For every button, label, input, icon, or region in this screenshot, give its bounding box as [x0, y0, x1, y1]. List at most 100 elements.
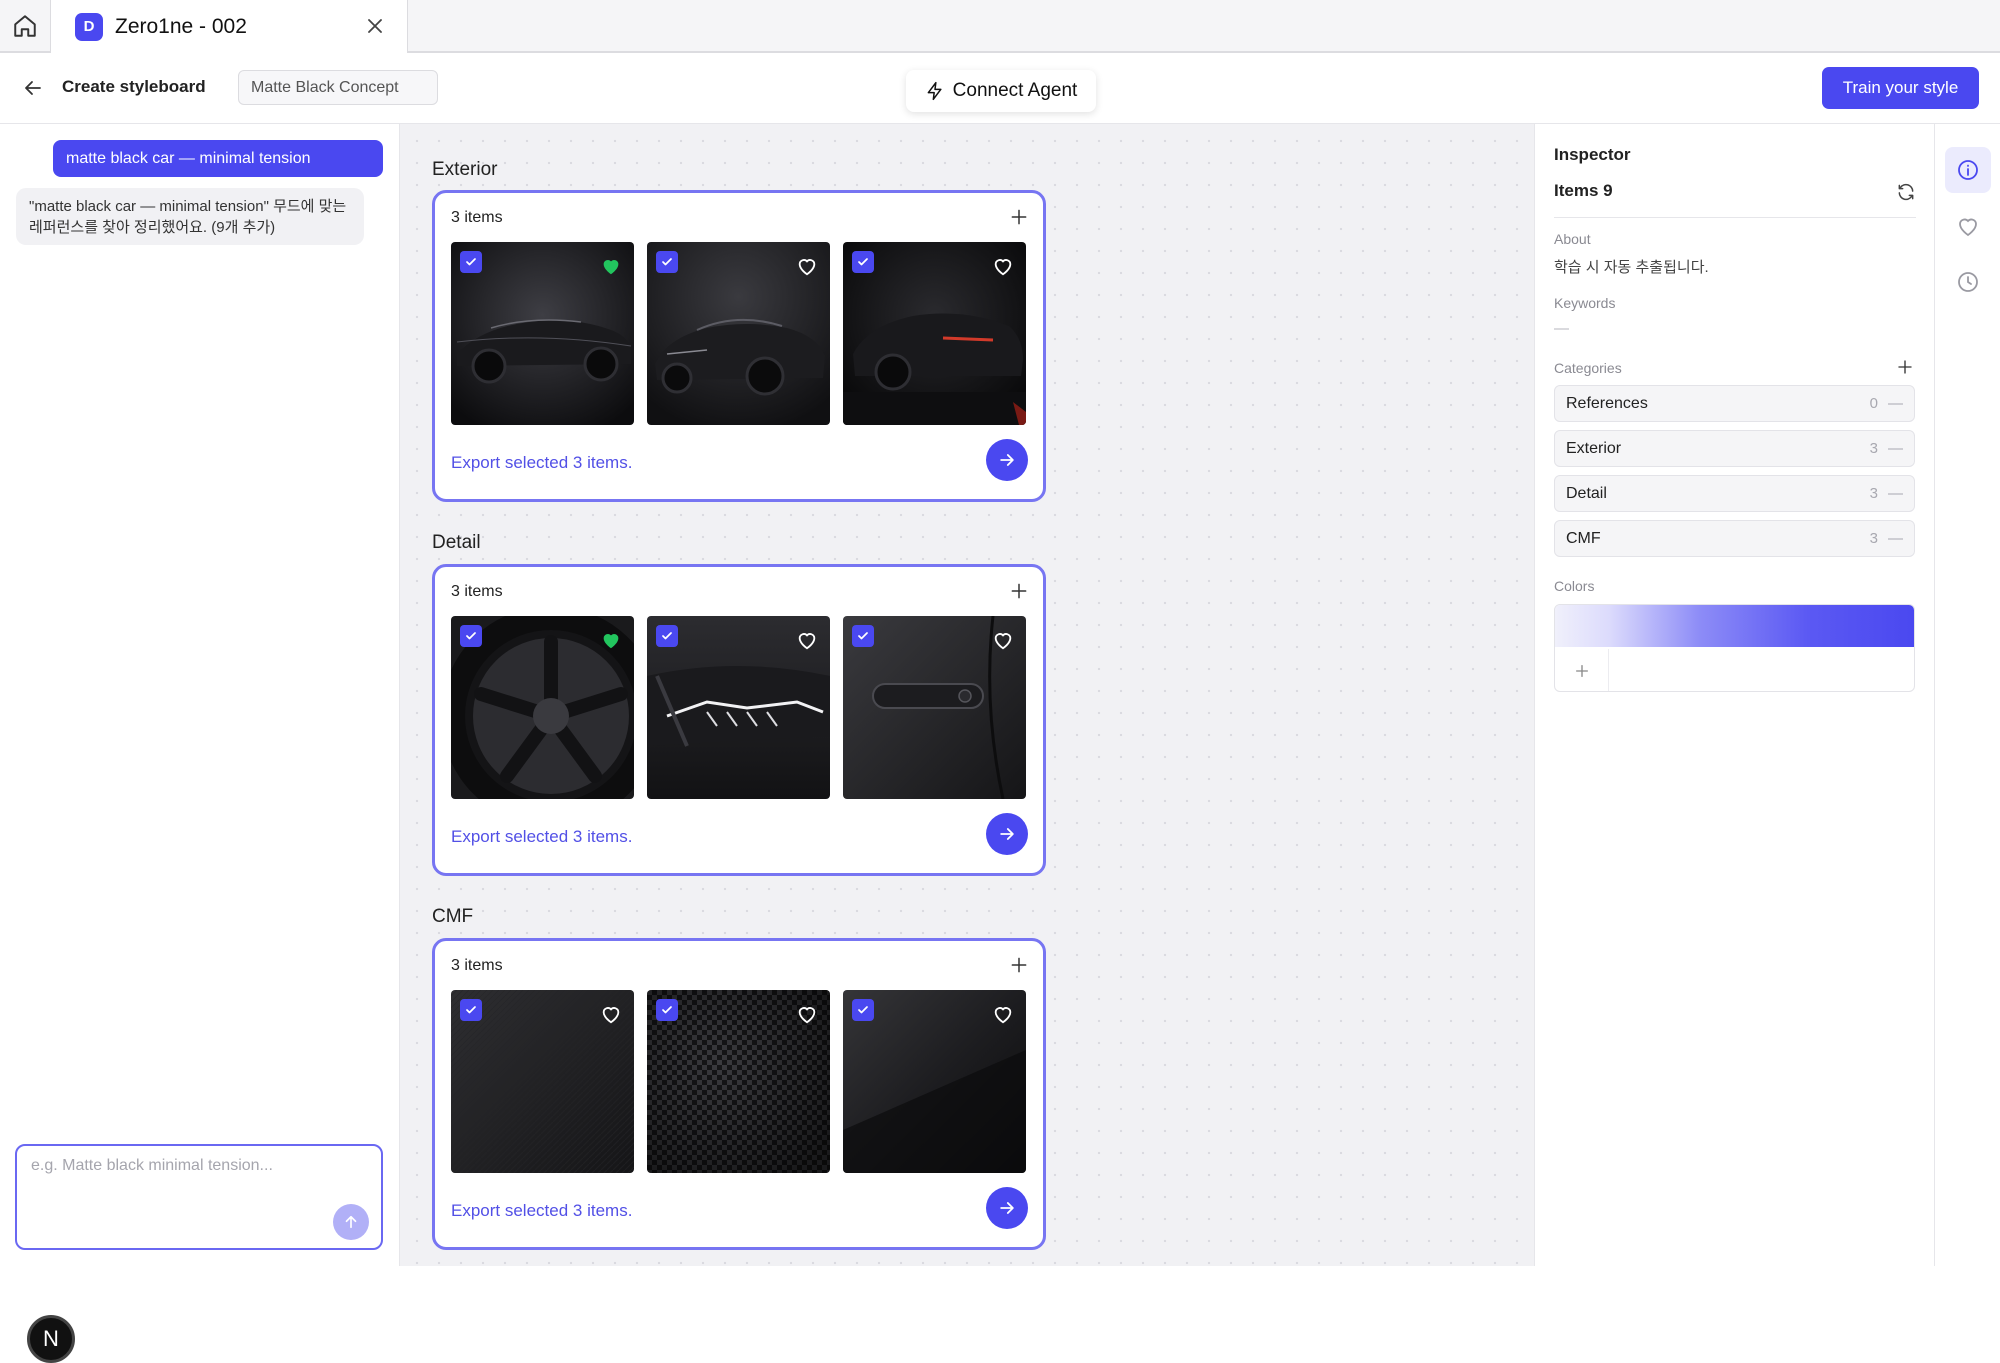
plus-icon[interactable]	[1009, 207, 1029, 227]
train-style-button[interactable]: Train your style	[1822, 67, 1979, 109]
plus-icon[interactable]	[1009, 581, 1029, 601]
about-text: 학습 시 자동 추출됩니다.	[1554, 259, 1709, 276]
heart-outline-icon[interactable]	[992, 1003, 1014, 1025]
inspector-panel: Inspector Items 9 About 학습 시 자동 추출됩니다. K…	[1534, 124, 1934, 1266]
export-link[interactable]: Export selected 3 items.	[451, 827, 632, 847]
history-icon	[1956, 270, 1980, 294]
category-count: 3	[1869, 440, 1878, 457]
right-rail	[1934, 124, 2000, 1266]
heart-icon	[1956, 214, 1980, 238]
info-icon	[1956, 158, 1980, 182]
rail-info-button[interactable]	[1945, 147, 1991, 193]
checkbox-checked[interactable]	[852, 251, 874, 273]
heart-outline-icon[interactable]	[796, 255, 818, 277]
heart-outline-icon[interactable]	[796, 629, 818, 651]
keywords-label: Keywords	[1554, 295, 1616, 311]
plus-icon[interactable]	[1896, 358, 1914, 376]
category-row-references[interactable]: References 0 —	[1554, 385, 1915, 422]
section-card-exterior: 3 items Export selected 3 items.	[432, 190, 1046, 502]
export-link[interactable]: Export selected 3 items.	[451, 1201, 632, 1221]
assistant-message: "matte black car — minimal tension" 무드에 …	[16, 188, 364, 245]
checkbox-checked[interactable]	[852, 999, 874, 1021]
lightning-icon	[925, 81, 945, 101]
close-icon[interactable]	[363, 14, 387, 38]
connect-agent-label: Connect Agent	[952, 80, 1078, 101]
remove-category-button[interactable]: —	[1888, 395, 1903, 412]
home-button[interactable]	[0, 0, 51, 51]
image-thumbnail[interactable]	[451, 990, 634, 1173]
heart-outline-icon[interactable]	[600, 1003, 622, 1025]
heart-filled-icon[interactable]	[600, 255, 622, 277]
checkbox-checked[interactable]	[656, 251, 678, 273]
export-button[interactable]	[986, 813, 1028, 855]
checkbox-checked[interactable]	[656, 625, 678, 647]
image-thumbnail[interactable]	[843, 990, 1026, 1173]
image-thumbnail[interactable]	[451, 242, 634, 425]
category-row-detail[interactable]: Detail 3 —	[1554, 475, 1915, 512]
rail-favorites-button[interactable]	[1945, 203, 1991, 249]
category-name: CMF	[1566, 530, 1601, 547]
image-thumbnail[interactable]	[647, 990, 830, 1173]
avatar[interactable]: N	[27, 1315, 75, 1363]
document-tab[interactable]: D Zero1ne - 002	[51, 0, 408, 53]
header: Create styleboard Matte Black Concept Co…	[0, 53, 2000, 124]
image-thumbnail[interactable]	[647, 242, 830, 425]
document-badge: D	[75, 12, 103, 41]
rail-history-button[interactable]	[1945, 259, 1991, 305]
checkbox-checked[interactable]	[460, 999, 482, 1021]
category-name: References	[1566, 395, 1648, 412]
checkbox-checked[interactable]	[852, 625, 874, 647]
remove-category-button[interactable]: —	[1888, 485, 1903, 502]
heart-filled-icon[interactable]	[600, 629, 622, 651]
remove-category-button[interactable]: —	[1888, 530, 1903, 547]
board-name-field[interactable]: Matte Black Concept	[238, 70, 438, 105]
items-count: Items 9	[1554, 181, 1613, 200]
category-row-exterior[interactable]: Exterior 3 —	[1554, 430, 1915, 467]
add-color-button[interactable]	[1555, 649, 1609, 691]
inspector-title: Inspector	[1554, 145, 1631, 164]
refresh-icon[interactable]	[1896, 182, 1916, 202]
heart-outline-icon[interactable]	[796, 1003, 818, 1025]
checkbox-checked[interactable]	[460, 251, 482, 273]
export-button[interactable]	[986, 439, 1028, 481]
about-label: About	[1554, 231, 1591, 247]
remove-category-button[interactable]: —	[1888, 440, 1903, 457]
home-icon	[12, 13, 38, 39]
section-title-cmf: CMF	[432, 906, 474, 927]
category-name: Detail	[1566, 485, 1607, 502]
colors-label: Colors	[1554, 578, 1595, 594]
category-count: 3	[1869, 530, 1878, 547]
image-thumbnail[interactable]	[843, 242, 1026, 425]
heart-outline-icon[interactable]	[992, 255, 1014, 277]
send-button[interactable]	[333, 1204, 369, 1240]
arrow-right-icon	[997, 1198, 1017, 1218]
category-count: 3	[1869, 485, 1878, 502]
export-link[interactable]: Export selected 3 items.	[451, 453, 632, 473]
arrow-right-icon	[997, 824, 1017, 844]
categories-label: Categories	[1554, 360, 1622, 376]
colors-box	[1554, 604, 1915, 692]
section-card-detail: 3 items Export selected 3 items.	[432, 564, 1046, 876]
back-arrow-icon[interactable]	[21, 76, 45, 100]
category-row-cmf[interactable]: CMF 3 —	[1554, 520, 1915, 557]
connect-agent-button[interactable]: Connect Agent	[906, 70, 1096, 112]
checkbox-checked[interactable]	[656, 999, 678, 1021]
styleboard-canvas: Exterior 3 items Export selected 3 items…	[400, 124, 1534, 1266]
arrow-right-icon	[997, 450, 1017, 470]
chat-panel: matte black car — minimal tension "matte…	[0, 124, 400, 1363]
item-count: 3 items	[451, 209, 503, 226]
image-thumbnail[interactable]	[843, 616, 1026, 799]
image-thumbnail[interactable]	[647, 616, 830, 799]
checkbox-checked[interactable]	[460, 625, 482, 647]
keywords-empty: —	[1554, 320, 1569, 337]
section-title-detail: Detail	[432, 532, 481, 553]
chat-input-box	[15, 1144, 383, 1250]
heart-outline-icon[interactable]	[992, 629, 1014, 651]
image-thumbnail[interactable]	[451, 616, 634, 799]
chat-input[interactable]	[31, 1154, 361, 1178]
section-card-cmf: 3 items Export selected 3 items.	[432, 938, 1046, 1250]
category-name: Exterior	[1566, 440, 1622, 457]
color-gradient-swatch[interactable]	[1555, 605, 1914, 647]
plus-icon[interactable]	[1009, 955, 1029, 975]
export-button[interactable]	[986, 1187, 1028, 1229]
